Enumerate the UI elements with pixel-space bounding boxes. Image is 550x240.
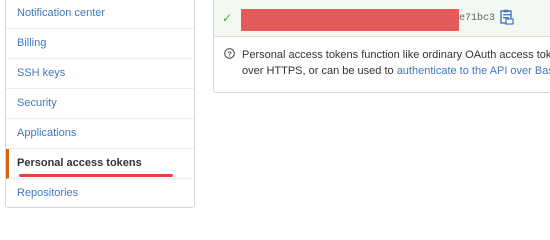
- sidebar-item-label: Billing: [17, 37, 47, 49]
- sidebar-item-label: Notification center: [17, 7, 106, 19]
- sidebar-item-repositories[interactable]: Repositories: [6, 179, 194, 208]
- annotation-underline: [19, 174, 173, 177]
- api-auth-link[interactable]: authenticate to the API over Bas: [397, 65, 550, 77]
- sidebar-item-ssh-keys[interactable]: SSH keys: [6, 59, 194, 89]
- token-redaction: [241, 9, 459, 31]
- info-line-1: Personal access tokens function like ord…: [242, 49, 550, 61]
- svg-text:?: ?: [227, 49, 232, 58]
- settings-sidebar: Notification center Billing SSH keys Sec…: [5, 0, 195, 208]
- info-line-2-text: over HTTPS, or can be used to: [242, 65, 397, 77]
- sidebar-item-label: Security: [17, 97, 57, 109]
- new-token-row: ✓ e71bc3: [214, 0, 550, 37]
- sidebar-item-personal-access-tokens[interactable]: Personal access tokens: [6, 149, 194, 179]
- settings-page: Notification center Billing SSH keys Sec…: [0, 0, 550, 208]
- sidebar-item-security[interactable]: Security: [6, 89, 194, 119]
- sidebar-item-billing[interactable]: Billing: [6, 29, 194, 59]
- sidebar-item-label: Personal access tokens: [17, 157, 142, 169]
- info-text: Personal access tokens function like ord…: [242, 47, 550, 79]
- sidebar-item-notification-center[interactable]: Notification center: [6, 0, 194, 29]
- sidebar-item-label: SSH keys: [17, 67, 66, 79]
- sidebar-item-applications[interactable]: Applications: [6, 119, 194, 149]
- sidebar-item-label: Applications: [17, 127, 77, 139]
- question-icon: ?: [224, 48, 235, 59]
- sidebar-item-label: Repositories: [17, 187, 79, 199]
- clipboard-icon[interactable]: [500, 9, 514, 25]
- token-panel: ✓ e71bc3 ? Personal access tokens functi…: [213, 0, 550, 93]
- token-value-suffix[interactable]: e71bc3: [459, 13, 495, 24]
- check-icon: ✓: [222, 11, 233, 25]
- info-line-2: over HTTPS, or can be used to authentica…: [242, 63, 550, 79]
